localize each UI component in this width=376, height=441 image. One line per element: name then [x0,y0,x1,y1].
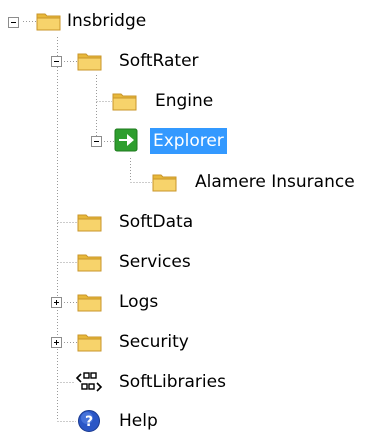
help-icon: ? [77,409,101,433]
tree-node-softdata[interactable]: SoftData [0,209,240,235]
tree-node-label[interactable]: Alamere Insurance [192,169,358,195]
svg-text:?: ? [85,414,93,430]
expand-collapse-toggle[interactable] [51,337,62,348]
tree-node-label[interactable]: SoftLibraries [116,369,229,395]
tree-node-services[interactable]: Services [0,249,240,275]
tree-node-label[interactable]: Services [116,249,194,275]
folder-icon [77,251,103,273]
tree-node-engine[interactable]: Engine [0,88,240,114]
tree-node-alamere-insurance[interactable]: Alamere Insurance [0,169,376,195]
tree-node-label[interactable]: Help [116,408,161,434]
folder-icon [152,171,178,193]
folder-icon [77,331,103,353]
tree-node-label[interactable]: SoftRater [116,48,202,74]
library-link-icon [74,370,104,394]
expand-collapse-toggle[interactable] [91,136,102,147]
folder-icon [36,10,62,32]
tree-node-label[interactable]: Engine [152,88,216,114]
tree-node-label[interactable]: Insbridge [64,8,149,34]
tree-node-softrater[interactable]: SoftRater [0,48,240,74]
tree-node-label[interactable]: Logs [116,289,161,315]
tree-node-explorer[interactable]: Explorer [0,128,260,154]
expand-collapse-toggle[interactable] [51,56,62,67]
tree-node-security[interactable]: Security [0,329,240,355]
folder-icon [77,50,103,72]
expand-collapse-toggle[interactable] [51,297,62,308]
expand-collapse-toggle[interactable] [8,17,19,28]
navigation-tree: Insbridge SoftRater Engine Explorer Alam… [0,0,376,434]
tree-node-insbridge[interactable]: Insbridge [0,8,180,34]
folder-icon [112,90,138,112]
tree-node-logs[interactable]: Logs [0,289,240,315]
tree-node-label[interactable]: Security [116,329,192,355]
tree-node-softlibraries[interactable]: SoftLibraries [0,369,260,395]
tree-node-help[interactable]: ? Help [0,408,200,434]
green-arrow-icon [114,128,140,154]
tree-node-label[interactable]: SoftData [116,209,196,235]
tree-node-label[interactable]: Explorer [150,128,227,154]
folder-icon [77,291,103,313]
folder-icon [77,211,103,233]
